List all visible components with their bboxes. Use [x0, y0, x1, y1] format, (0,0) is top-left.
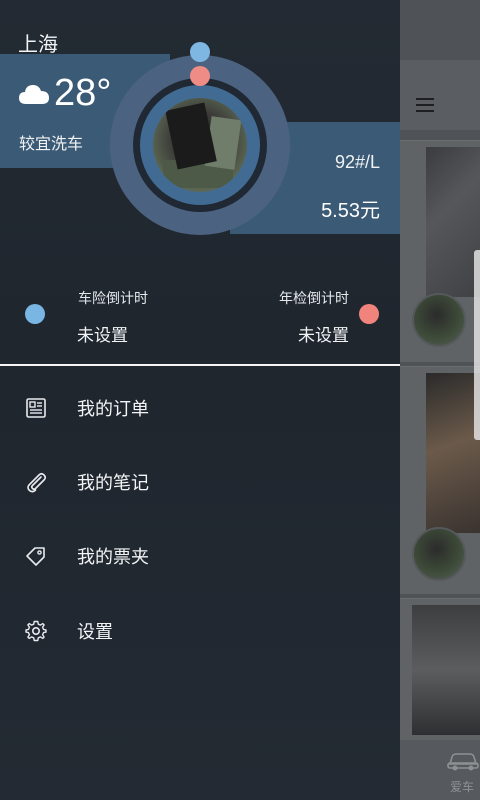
city-label[interactable]: 上海: [18, 28, 58, 57]
car-icon[interactable]: [446, 748, 480, 772]
background-app: 爱车: [400, 0, 480, 800]
background-card[interactable]: [400, 366, 480, 594]
menu-item-notes[interactable]: 我的笔记: [0, 452, 400, 512]
tag-icon: [26, 547, 45, 566]
insurance-indicator-dot: [190, 42, 210, 62]
insurance-countdown-title[interactable]: 车险倒计时: [78, 288, 148, 308]
card-photo: [426, 373, 480, 533]
fuel-price: 5.53元: [321, 200, 380, 222]
menu-item-orders[interactable]: 我的订单: [0, 378, 400, 438]
inspection-countdown-title[interactable]: 年检倒计时: [279, 288, 349, 308]
background-toolbar: [400, 60, 480, 130]
cloud-icon: [19, 85, 49, 104]
menu-item-label: 我的票夹: [77, 547, 149, 568]
card-photo: [412, 605, 480, 735]
card-photo: [426, 147, 480, 297]
temperature: 28°: [54, 72, 112, 114]
insurance-countdown-value[interactable]: 未设置: [77, 321, 128, 346]
scrollbar-thumb[interactable]: [474, 250, 480, 440]
fuel-type: 92#/L: [334, 152, 380, 172]
inspection-countdown-value[interactable]: 未设置: [298, 321, 349, 346]
inspection-dot: [359, 304, 379, 324]
insurance-dot: [25, 304, 45, 324]
menu-item-tickets[interactable]: 我的票夹: [0, 526, 400, 586]
menu-item-settings[interactable]: 设置: [0, 601, 400, 661]
navigation-drawer: 上海 28° 较宜洗车 92#/L 5.53元 车险倒计时 未设置 年检倒计时 …: [0, 0, 400, 800]
inspection-indicator-dot: [190, 66, 210, 86]
gear-icon: [25, 620, 47, 642]
paperclip-icon: [27, 472, 47, 493]
background-card[interactable]: [400, 140, 480, 362]
background-card[interactable]: [400, 598, 480, 740]
card-avatar: [412, 527, 466, 581]
menu-item-label: 设置: [77, 622, 113, 643]
car-wash-advice: 较宜洗车: [19, 134, 84, 153]
divider: [0, 364, 400, 366]
hamburger-menu-icon[interactable]: [416, 98, 436, 114]
bottom-nav-label[interactable]: 爱车: [450, 778, 474, 795]
menu-item-label: 我的笔记: [77, 473, 149, 494]
user-avatar[interactable]: [153, 98, 247, 192]
menu-item-label: 我的订单: [77, 399, 149, 420]
newspaper-icon: [26, 398, 46, 418]
card-avatar: [412, 293, 466, 347]
